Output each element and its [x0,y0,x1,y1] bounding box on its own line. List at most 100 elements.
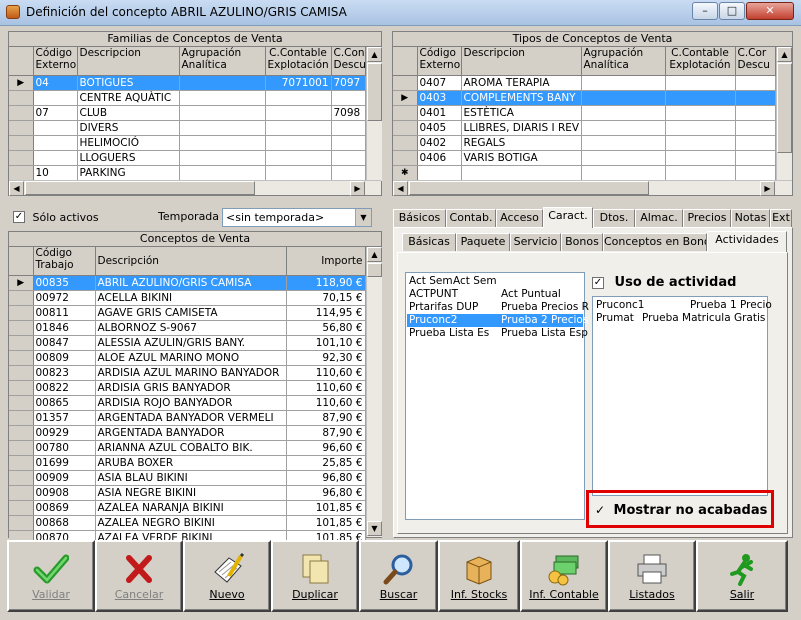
cell-importe[interactable]: 70,15 € [286,290,366,306]
scroll-left-arrow[interactable]: ◀ [9,181,24,196]
cell-ccd[interactable] [331,90,366,106]
list-item[interactable]: Prtarifas DUP Prueba Precios R [407,301,589,314]
cell-importe[interactable]: 110,60 € [286,395,366,411]
table-row[interactable]: 00908 ASIA NEGRE BIKINI 96,80 € [9,485,366,501]
scroll-up-arrow[interactable]: ▲ [367,47,382,62]
scroll-down-arrow[interactable]: ▼ [367,521,382,536]
col-ccontable[interactable]: C.Contable Explotación [265,47,332,76]
empty-cell[interactable] [581,165,666,181]
cell-codigo[interactable] [33,90,78,106]
empty-cell[interactable] [665,165,736,181]
list-item[interactable]: ACTPUNT Act Puntual [407,288,583,301]
cell-cc[interactable] [665,120,736,136]
cancelar-button[interactable]: Cancelar [95,540,183,612]
table-row[interactable]: 00865 ARDISIA ROJO BANYADOR 110,60 € [9,395,366,411]
cell-cc[interactable] [665,105,736,121]
table-row[interactable]: ▶ 00835 ABRIL AZULINO/GRIS CAMISA 118,90 € [9,275,366,291]
table-row[interactable]: LLOGUERS [9,150,366,166]
col-descripcion[interactable]: Descripción [95,247,287,276]
cell-desc[interactable]: AGAVE GRIS CAMISETA [95,305,287,321]
cell-ccd[interactable]: 7098 [331,105,366,121]
tab-dtos[interactable]: Dtos. [593,209,635,227]
cell-importe[interactable]: 101,85 € [286,515,366,531]
cell-codigo[interactable]: 00811 [33,305,96,321]
cell-agrup[interactable] [581,135,666,151]
cell-ccd[interactable] [735,120,776,136]
cell-ccd[interactable] [735,105,776,121]
actividades-list[interactable]: Act Sem Act Sem ACTPUNT Act Puntual Prtarifa… [405,272,589,520]
tab-ext[interactable]: Ext [770,209,792,227]
cell-cc[interactable] [265,105,332,121]
cell-importe[interactable]: 110,60 € [286,365,366,381]
maximize-button[interactable]: □ [719,2,745,20]
table-row[interactable]: 00809 ALOE AZUL MARINO MONO 92,30 € [9,350,366,366]
inf--stocks-button[interactable]: Inf. Stocks [438,540,520,612]
salir-button[interactable]: Salir [696,540,788,612]
familias-vscroll[interactable]: ▲ [366,47,382,181]
table-row[interactable]: 00972 ACELLA BIKINI 70,15 € [9,290,366,306]
cell-importe[interactable]: 118,90 € [286,275,366,291]
cell-codigo[interactable]: 0407 [417,75,462,91]
cell-cc[interactable] [265,150,332,166]
table-row[interactable]: 0407 AROMA TERAPIA [393,75,776,91]
cell-importe[interactable]: 25,85 € [286,455,366,471]
cell-importe[interactable]: 92,30 € [286,350,366,366]
cell-desc[interactable]: DIVERS [77,120,180,136]
listados-button[interactable]: Listados [608,540,696,612]
cell-codigo[interactable]: 07 [33,105,78,121]
scroll-thumb[interactable] [367,263,382,277]
empty-cell[interactable] [461,165,582,181]
cell-codigo[interactable]: 0402 [417,135,462,151]
cell-agrup[interactable] [179,165,266,181]
subtab-bsicas[interactable]: Básicas [402,233,456,251]
cell-agrup[interactable] [581,120,666,136]
table-row[interactable]: 00847 ALESSIA AZULIN/GRIS BANY. 101,10 € [9,335,366,351]
cell-codigo[interactable]: 00972 [33,290,96,306]
list-item[interactable]: Pruconc2 Prueba 2 Precios [407,314,588,327]
table-row[interactable]: 10 PARKING [9,165,366,181]
cell-desc[interactable]: ASIA BLAU BIKINI [95,470,287,486]
scroll-thumb[interactable] [777,63,792,153]
cell-codigo[interactable] [33,135,78,151]
cell-desc[interactable]: LLIBRES, DIARIS I REV [461,120,582,136]
cell-codigo[interactable]: 00869 [33,500,96,516]
table-row[interactable]: 00869 AZALEA NARANJA BIKINI 101,85 € [9,500,366,516]
cell-importe[interactable]: 101,10 € [286,335,366,351]
cell-importe[interactable]: 101,85 € [286,500,366,516]
cell-codigo[interactable] [33,120,78,136]
conceptos-vscroll[interactable]: ▲ ▼ [366,247,382,537]
new-row[interactable]: ✱ [393,165,776,181]
cell-codigo[interactable]: 0403 [417,90,462,106]
mostrar-no-acabadas-checkbox[interactable]: ✓ Mostrar no acabadas [594,503,768,519]
cell-desc[interactable]: AROMA TERAPIA [461,75,582,91]
cell-ccd[interactable] [735,135,776,151]
cell-importe[interactable]: 56,80 € [286,320,366,336]
cell-desc[interactable]: ACELLA BIKINI [95,290,287,306]
cell-agrup[interactable] [581,75,666,91]
cell-ccd[interactable]: 7097 [331,75,366,91]
table-row[interactable]: 01357 ARGENTADA BANYADOR VERMELI 87,90 € [9,410,366,426]
cell-desc[interactable]: COMPLEMENTS BANY [461,90,582,106]
cell-desc[interactable]: BOTIGUES [77,75,180,91]
cell-desc[interactable]: ABRIL AZULINO/GRIS CAMISA [95,275,287,291]
cell-desc[interactable]: ASIA NEGRE BIKINI [95,485,287,501]
table-row[interactable]: 00780 ARIANNA AZUL COBALTO BIK. 96,60 € [9,440,366,456]
col-descripcion[interactable]: Descripcion [461,47,582,76]
familias-table[interactable]: Código Externo Descripcion Agrupación An… [9,47,366,181]
table-row[interactable]: 0406 VARIS BOTIGA [393,150,776,166]
cell-codigo[interactable]: 0405 [417,120,462,136]
table-row[interactable]: CENTRE AQUÀTIC [9,90,366,106]
table-row[interactable]: 00811 AGAVE GRIS CAMISETA 114,95 € [9,305,366,321]
cell-importe[interactable]: 110,60 € [286,380,366,396]
col-descripcion[interactable]: Descripcion [77,47,180,76]
cell-desc[interactable]: ARGENTADA BANYADOR VERMELI [95,410,287,426]
tipos-hscroll[interactable]: ◀ ▶ [393,180,792,196]
cell-importe[interactable]: 96,80 € [286,470,366,486]
table-row[interactable]: 0405 LLIBRES, DIARIS I REV [393,120,776,136]
cell-codigo[interactable]: 00868 [33,515,96,531]
cell-desc[interactable]: HELIMOCIÓ [77,135,180,151]
cell-codigo[interactable]: 01357 [33,410,96,426]
subtab-bonos[interactable]: Bonos [561,233,603,251]
list-item[interactable]: Act Sem Act Sem [407,275,583,288]
scroll-up-arrow[interactable]: ▲ [367,247,382,262]
